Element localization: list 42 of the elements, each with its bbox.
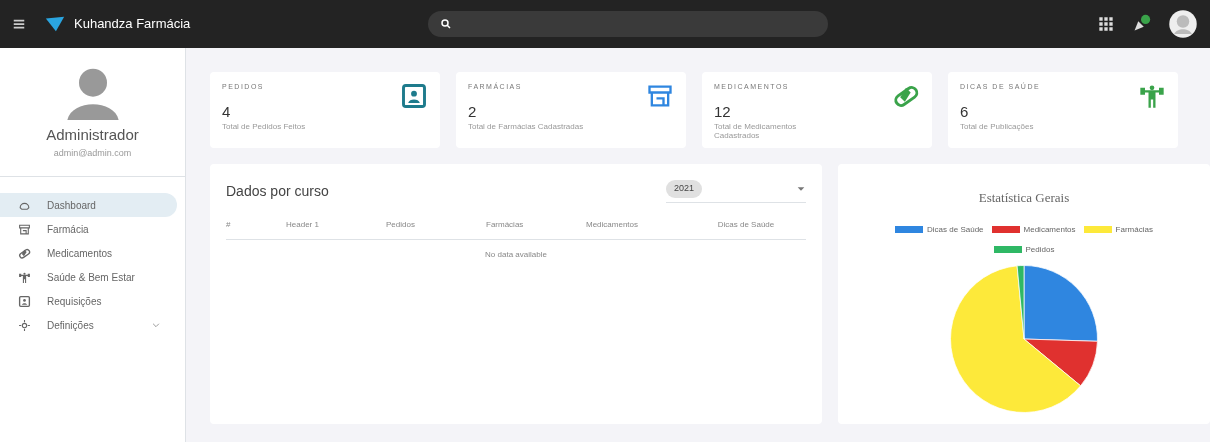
stat-caption: Total de Medicamentos Cadastrados [714, 123, 798, 141]
sidebar-item[interactable]: Farmácia [0, 217, 177, 241]
user-name: Administrador [46, 125, 139, 145]
year-chip: 2021 [666, 180, 703, 198]
column-header: Pedidos [386, 218, 416, 231]
stat-caption: Total de Pedidos Feitos [222, 123, 307, 132]
legend-label: Farmácias [1115, 223, 1153, 236]
legend-label: Medicamentos [1023, 223, 1076, 236]
sidebar-item[interactable]: Definições [0, 313, 177, 337]
column-header: # [226, 218, 232, 231]
legend-label: Dicas de Saúde [927, 223, 984, 236]
store-icon [18, 222, 31, 236]
sidebar-item[interactable]: Saúde & Bem Estar [0, 265, 177, 289]
user-email: admin@admin.com [53, 146, 132, 160]
column-header: Dicas de Saúde [716, 218, 776, 231]
table-title: Dados por curso [226, 181, 330, 201]
apps-icon [1098, 16, 1114, 32]
stat-value: 2 [468, 101, 478, 122]
sidebar-item[interactable]: Medicamentos [0, 241, 177, 265]
column-header: Farmácias [486, 218, 525, 231]
stat-caption: Total de Farmácias Cadastradas [468, 123, 585, 132]
settings-icon [18, 318, 31, 332]
sidebar-item[interactable]: Requisições [0, 289, 177, 313]
stat-value: 12 [714, 101, 732, 122]
sidebar-item[interactable]: Dashboard [0, 193, 177, 217]
legend-label: Pedidos [1025, 243, 1055, 256]
empty-message: No data available [485, 249, 547, 259]
stat-value: 4 [222, 101, 232, 122]
app-title: Kuhandza Farmácia [74, 15, 191, 34]
box-icon [18, 294, 31, 308]
pill-icon [18, 246, 31, 260]
search-icon [440, 18, 453, 30]
dumbbell-icon [18, 270, 31, 284]
search-field[interactable] [428, 11, 829, 37]
column-header: Header 1 [286, 218, 320, 231]
year-select[interactable]: 2021 [666, 180, 806, 203]
column-header: Medicamentos [586, 218, 640, 231]
menu-icon [12, 17, 26, 31]
chart-title: Estatística Gerais [977, 189, 1071, 207]
stat-value: 6 [960, 101, 970, 122]
avatar-icon [1168, 9, 1198, 39]
stat-caption: Total de Publicações [960, 123, 1035, 132]
